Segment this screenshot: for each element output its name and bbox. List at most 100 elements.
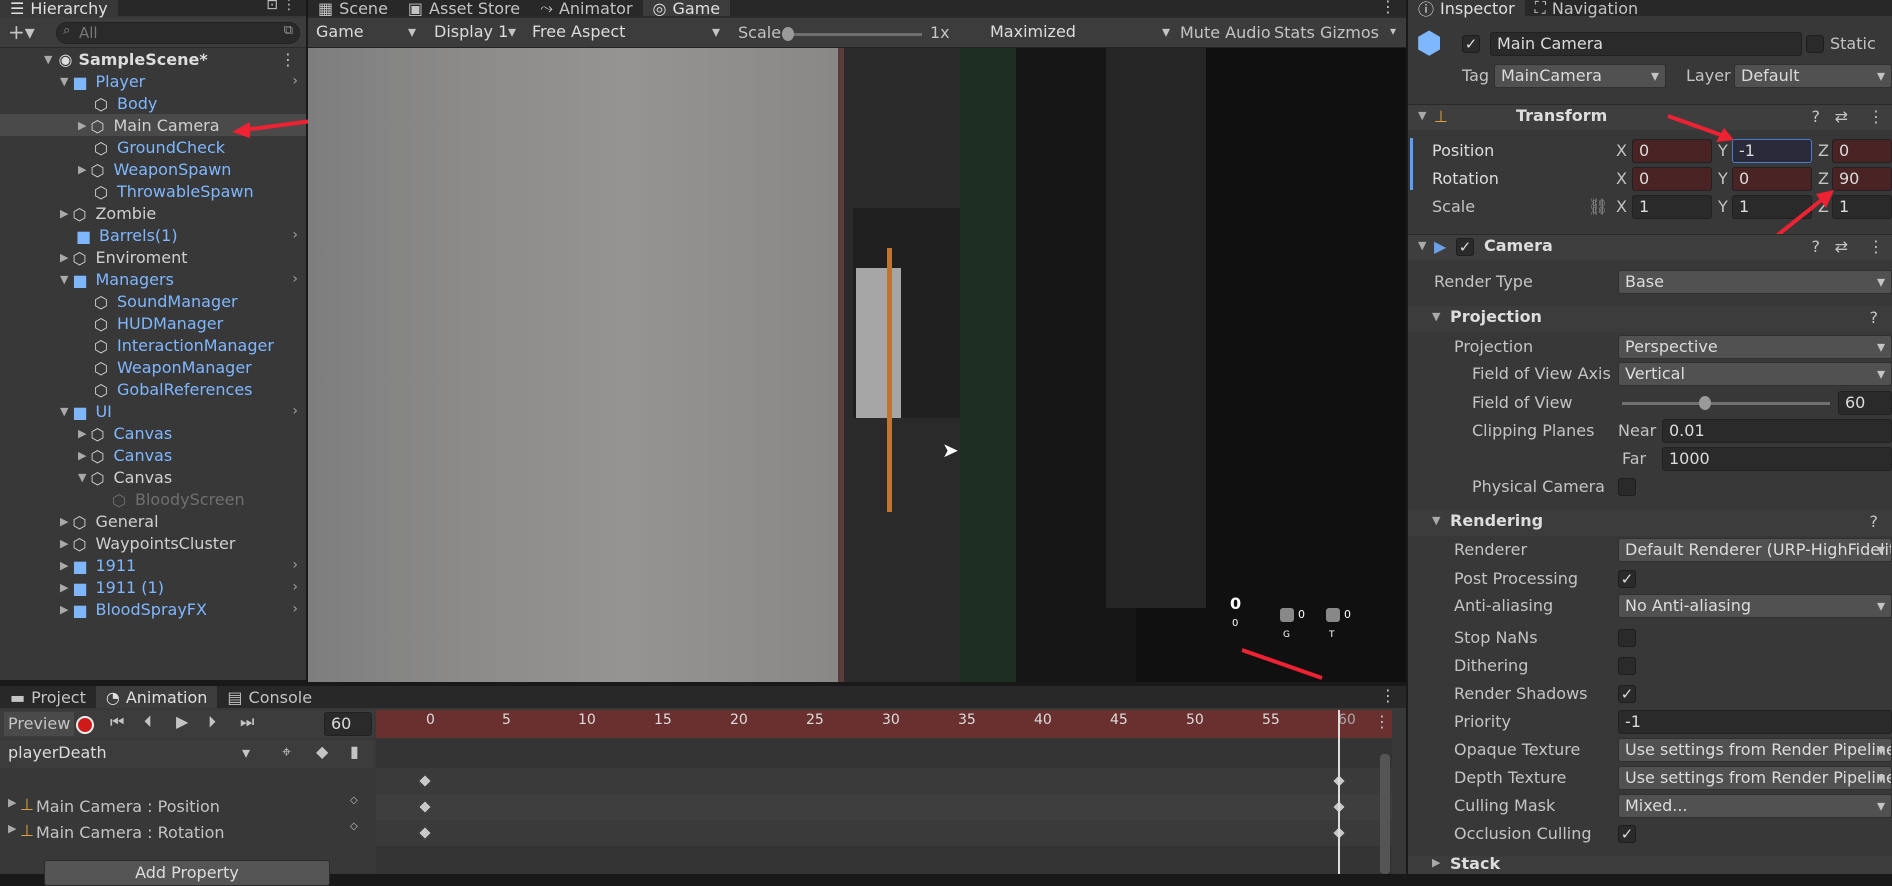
tree-item-throwablespawn[interactable]: ⬡ ThrowableSpawn (0, 180, 306, 202)
aspect-dropdown[interactable]: Free Aspect (526, 21, 726, 45)
static-checkbox[interactable] (1806, 35, 1824, 53)
more-icon[interactable]: ⋮ (1380, 686, 1396, 705)
scale-z-field[interactable]: 1 (1832, 195, 1892, 219)
game-view-dropdown[interactable]: Game (310, 21, 422, 45)
tree-item-body[interactable]: ⬡ Body (0, 92, 306, 114)
preview-button[interactable]: Preview (4, 712, 75, 736)
depth-texture-dropdown[interactable]: Use settings from Render Pipeline A (1618, 766, 1892, 790)
property-row-rotation[interactable]: ▶ ⊥ Main Camera : Rotation ◇ (0, 820, 374, 846)
stack-section[interactable]: ▶ Stack (1408, 856, 1892, 874)
timeline-ruler[interactable]: 0 5 10 15 20 25 30 35 40 45 50 55 60 ⋮ (376, 710, 1392, 738)
rotation-y-field[interactable]: 0 (1732, 167, 1812, 191)
preset-icon[interactable]: ⇄ (1835, 237, 1848, 256)
add-keyframe-icon[interactable]: ◆ (316, 742, 328, 761)
first-key-button[interactable]: ⏮ (110, 712, 124, 732)
timeline-tracks[interactable] (376, 710, 1392, 874)
chevron-right-icon[interactable]: › (292, 271, 298, 287)
timeline-scrollbar[interactable] (1380, 754, 1390, 874)
more-icon[interactable]: ⋮ (1380, 0, 1396, 16)
anti-aliasing-dropdown[interactable]: No Anti-aliasing (1618, 594, 1892, 618)
tree-item-gobalreferences[interactable]: ⬡ GobalReferences (0, 378, 306, 400)
lock-icon[interactable]: ⊡ (266, 0, 278, 13)
tree-item-waypointscluster[interactable]: ▶ ⬡ WaypointsCluster (0, 532, 306, 554)
transform-header[interactable]: ▼ ⊥ Transform ? ⇄ ⋮ (1408, 104, 1892, 130)
more-icon[interactable]: ⋮ (1374, 712, 1390, 731)
help-icon[interactable]: ? (1812, 237, 1821, 256)
tree-item-barrels[interactable]: ■ Barrels(1) › (0, 224, 306, 246)
tab-asset-store[interactable]: ▣ Asset Store (398, 0, 530, 18)
chevron-right-icon[interactable]: › (292, 227, 298, 243)
tree-item-1911[interactable]: ▶ ■ 1911 › (0, 554, 306, 576)
rotation-x-field[interactable]: 0 (1632, 167, 1712, 191)
play-button[interactable]: ▶ (176, 712, 188, 731)
tree-item-interactionmanager[interactable]: ⬡ InteractionManager (0, 334, 306, 356)
tree-item-weaponspawn[interactable]: ▶ ⬡ WeaponSpawn (0, 158, 306, 180)
position-x-field[interactable]: 0 (1632, 139, 1712, 163)
tree-item-groundcheck[interactable]: ⬡ GroundCheck (0, 136, 306, 158)
scale-slider-handle[interactable] (782, 27, 794, 41)
far-field[interactable]: 1000 (1662, 447, 1892, 471)
gizmos-dropdown[interactable]: Gizmos (1320, 21, 1379, 45)
render-type-dropdown[interactable]: Base (1618, 270, 1892, 294)
active-checkbox[interactable]: ✓ (1462, 35, 1480, 53)
chevron-right-icon[interactable]: › (292, 403, 298, 419)
tree-item-enviroment[interactable]: ▶ ⬡ Enviroment (0, 246, 306, 268)
position-z-field[interactable]: 0 (1832, 139, 1892, 163)
chevron-right-icon[interactable]: › (292, 601, 298, 617)
scale-slider[interactable] (782, 27, 922, 41)
tree-item-1911-1[interactable]: ▶ ■ 1911 (1) › (0, 576, 306, 598)
next-key-button[interactable]: ⏵ (208, 712, 216, 732)
property-row-position[interactable]: ▶ ⊥ Main Camera : Position ◇ (0, 794, 374, 820)
tab-project[interactable]: ▬ Project (0, 686, 96, 708)
stats-button[interactable]: Stats (1274, 21, 1315, 45)
last-key-button[interactable]: ⏭ (240, 712, 254, 732)
tab-inspector[interactable]: ⓘ Inspector (1408, 0, 1525, 19)
prev-key-button[interactable]: ⏴ (144, 712, 152, 732)
camera-enabled-checkbox[interactable]: ✓ (1456, 238, 1474, 256)
layer-dropdown[interactable]: Default (1734, 64, 1892, 88)
keyframe-toggle-icon[interactable]: ◇ (350, 795, 358, 806)
tab-scene[interactable]: ▦ Scene (308, 0, 398, 18)
tree-item-canvas-2[interactable]: ▶ ⬡ Canvas (0, 444, 306, 466)
fov-field[interactable]: 60 (1838, 391, 1892, 415)
tab-console[interactable]: ▤ Console (217, 686, 322, 708)
occlusion-culling-checkbox[interactable]: ✓ (1618, 825, 1636, 843)
more-icon[interactable]: ⋮ (1868, 237, 1884, 256)
constrain-link-icon[interactable]: ⛓ (1588, 197, 1608, 216)
tree-item-weaponmanager[interactable]: ⬡ WeaponManager (0, 356, 306, 378)
help-icon[interactable]: ? (1812, 107, 1821, 126)
tree-item-hudmanager[interactable]: ⬡ HUDManager (0, 312, 306, 334)
crosshair-icon[interactable]: ⌖ (282, 742, 291, 762)
mute-audio-button[interactable]: Mute Audio (1180, 21, 1271, 45)
dithering-checkbox[interactable] (1618, 657, 1636, 675)
maximized-dropdown[interactable]: Maximized (984, 21, 1176, 45)
more-icon[interactable]: ⋮ (1868, 107, 1884, 126)
position-y-field[interactable]: -1 (1732, 139, 1812, 163)
fov-axis-dropdown[interactable]: Vertical (1618, 362, 1892, 386)
chevron-right-icon[interactable]: › (292, 557, 298, 573)
search-input[interactable]: ⌕ All ⧉ (56, 22, 300, 44)
tree-item-canvas-3[interactable]: ▼ ⬡ Canvas (0, 466, 306, 488)
filter-icon[interactable]: ⧉ (284, 23, 293, 38)
tree-item-bloodsprayfx[interactable]: ▶ ■ BloodSprayFX › (0, 598, 306, 620)
projection-section[interactable]: ▼ Projection ? (1408, 306, 1892, 332)
tab-navigation[interactable]: ⛶ Navigation (1525, 0, 1649, 18)
playhead[interactable] (1338, 710, 1340, 874)
tree-item-general[interactable]: ▶ ⬡ General (0, 510, 306, 532)
camera-header[interactable]: ▼ ▶ ✓ Camera ? ⇄ ⋮ (1408, 234, 1892, 260)
preset-icon[interactable]: ⇄ (1835, 107, 1848, 126)
fov-slider-handle[interactable] (1699, 396, 1712, 410)
priority-field[interactable]: -1 (1618, 710, 1892, 734)
add-property-button[interactable]: Add Property (44, 860, 330, 886)
rendering-section[interactable]: ▼ Rendering ? (1408, 510, 1892, 536)
physical-camera-checkbox[interactable] (1618, 478, 1636, 496)
tab-game[interactable]: ◎ Game (642, 0, 731, 18)
projection-dropdown[interactable]: Perspective (1618, 335, 1892, 359)
scene-row[interactable]: ▼ ◉ SampleScene* ⋮ (0, 48, 306, 70)
render-shadows-checkbox[interactable]: ✓ (1618, 685, 1636, 703)
chevron-right-icon[interactable]: › (292, 73, 298, 89)
opaque-texture-dropdown[interactable]: Use settings from Render Pipeline A (1618, 738, 1892, 762)
scale-y-field[interactable]: 1 (1732, 195, 1812, 219)
rotation-z-field[interactable]: 90 (1832, 167, 1892, 191)
display-dropdown[interactable]: Display 1 (428, 21, 522, 45)
